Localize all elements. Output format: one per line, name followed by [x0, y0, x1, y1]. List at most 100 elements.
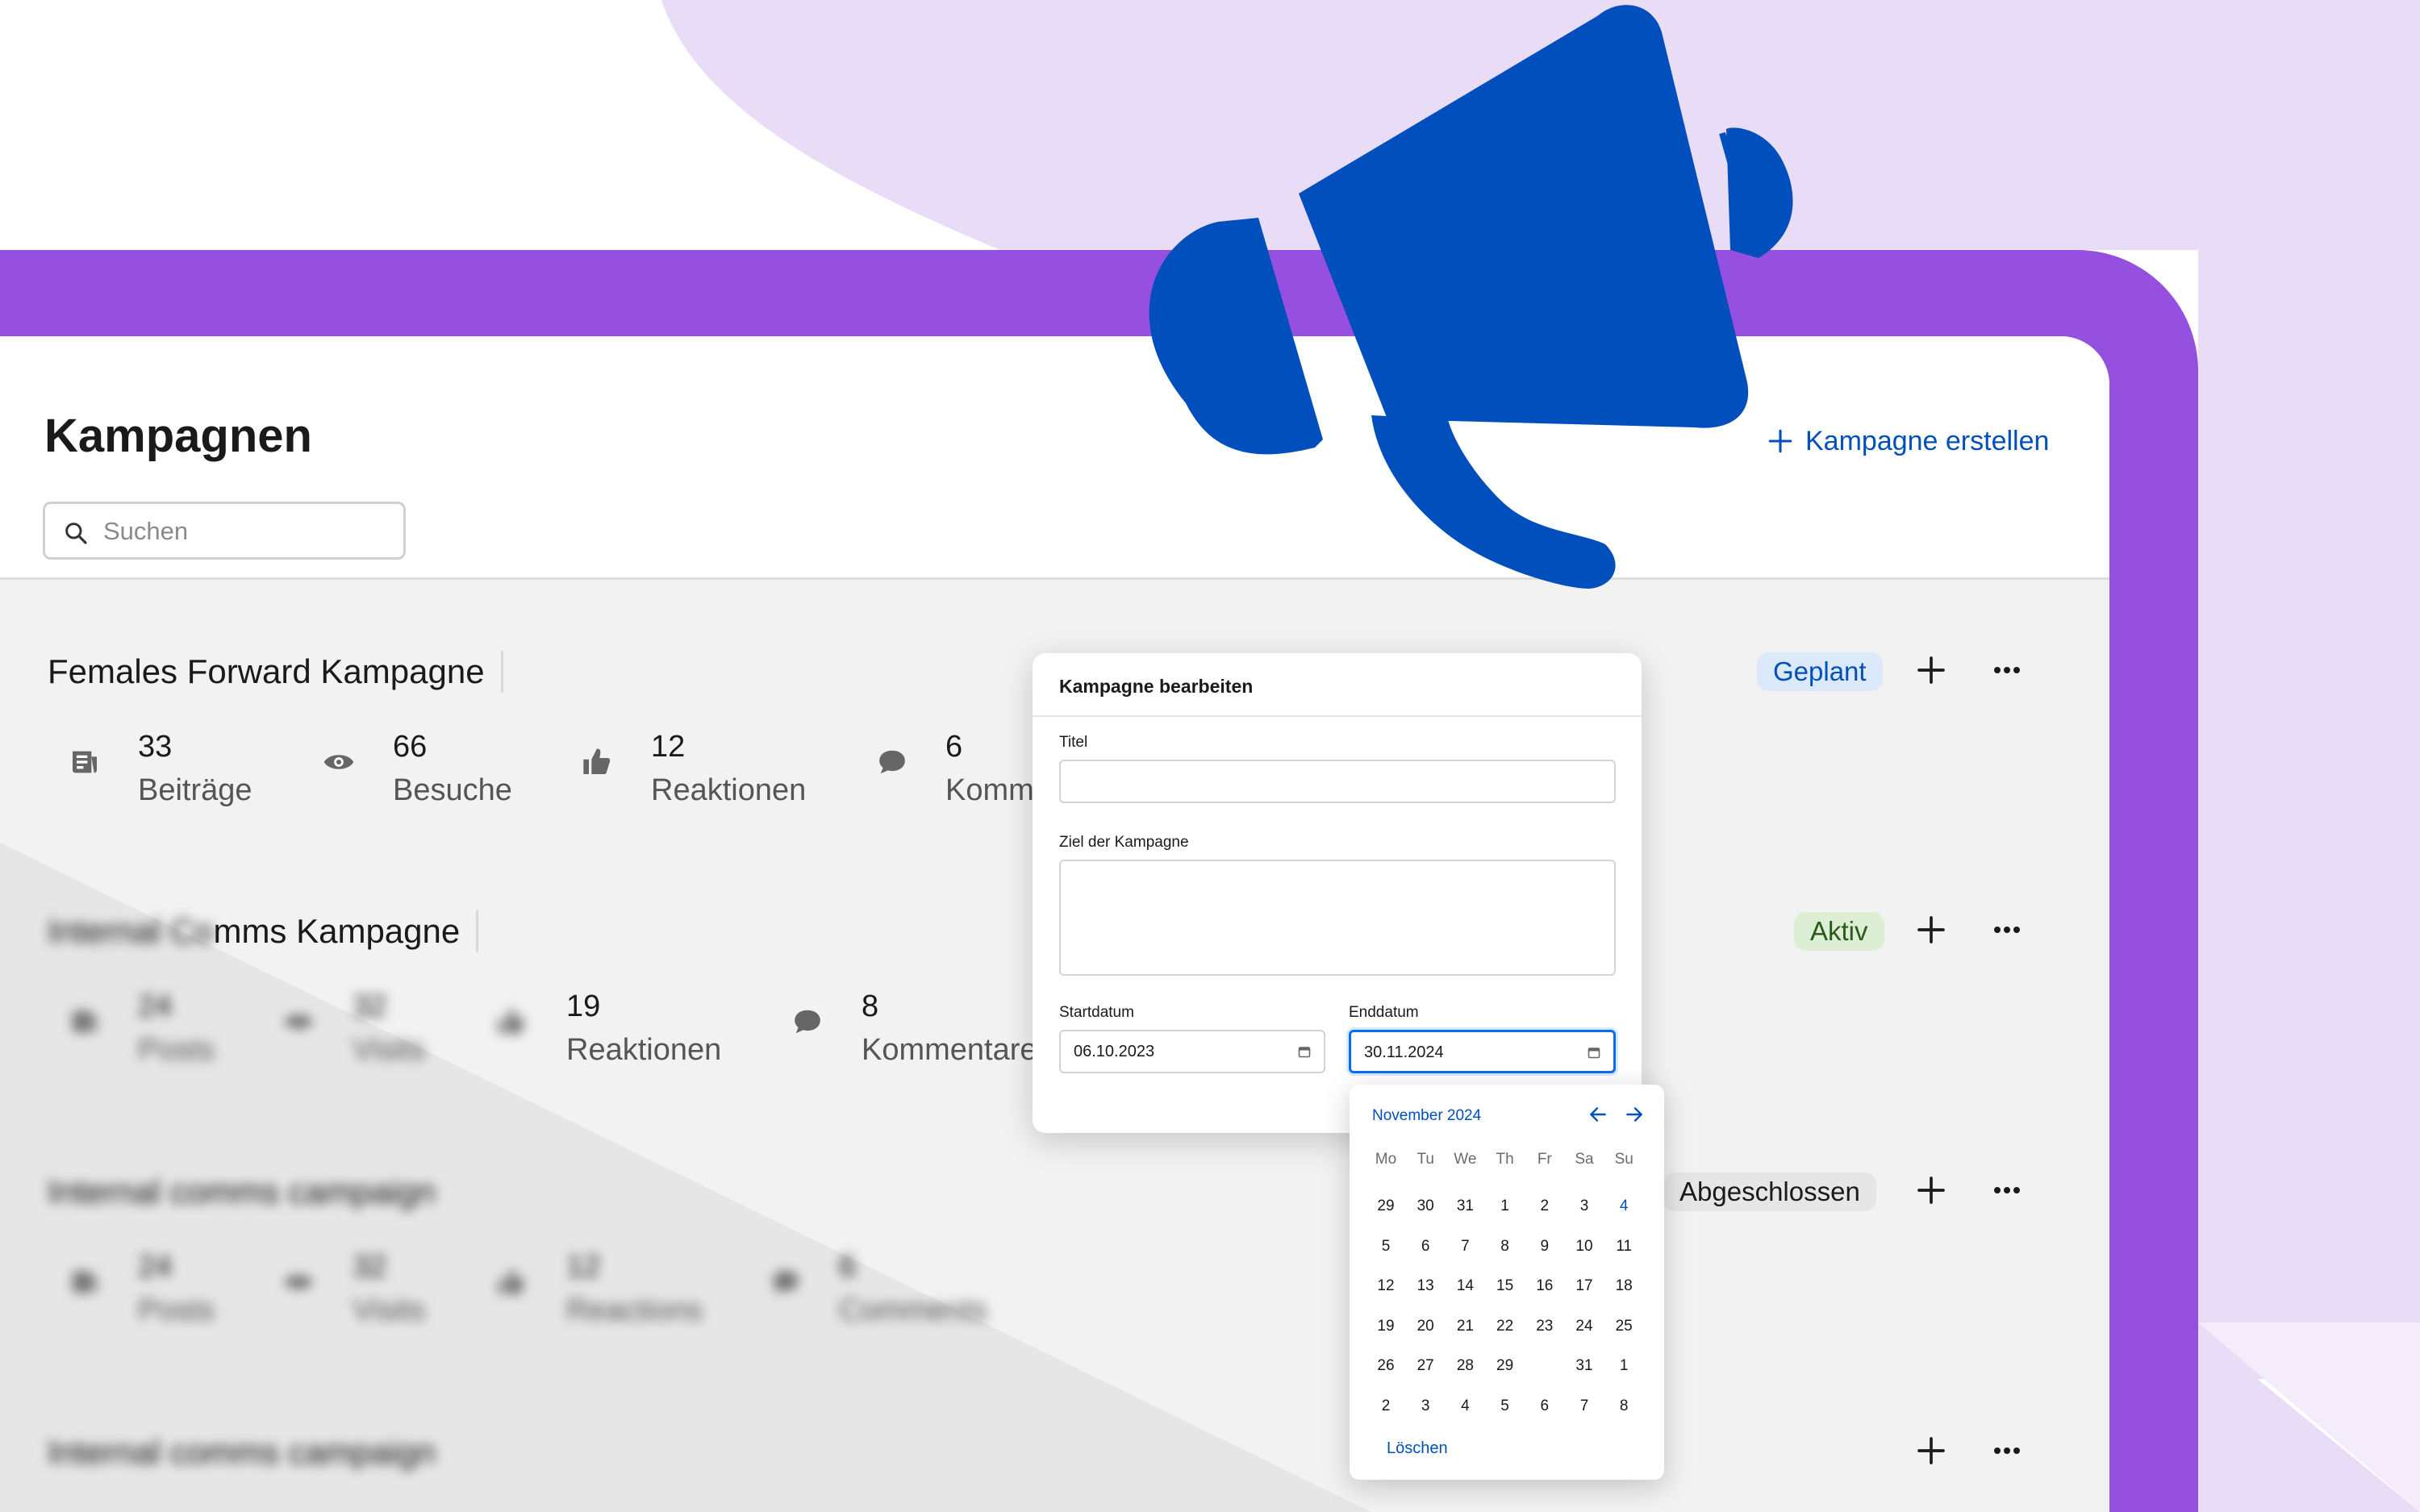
search-input[interactable]: Suchen: [43, 502, 406, 560]
calendar-day-number: 3: [1579, 1198, 1589, 1214]
more-options-icon[interactable]: [1992, 922, 2022, 938]
calendar-day-number: 7: [1579, 1397, 1589, 1414]
more-options-icon[interactable]: [1992, 662, 2022, 678]
add-button[interactable]: [1915, 1174, 1947, 1206]
calendar-day[interactable]: 19: [1366, 1310, 1406, 1343]
stat-value: 6: [839, 1250, 857, 1284]
calendar-day[interactable]: 8: [1485, 1230, 1525, 1264]
calendar-day[interactable]: 25: [1604, 1310, 1644, 1343]
calendar-day[interactable]: 5: [1366, 1230, 1406, 1264]
calendar-day-number: 6: [1540, 1397, 1550, 1414]
stat-label: Beiträge: [138, 773, 252, 807]
calendar-day-number: 26: [1377, 1357, 1395, 1374]
calendar-day[interactable]: 27: [1405, 1349, 1446, 1383]
stat-label: Visits: [353, 1033, 426, 1067]
more-options-icon[interactable]: [1992, 1182, 2022, 1198]
stat-value: 12: [566, 1250, 601, 1284]
calendar-day[interactable]: 1: [1604, 1349, 1644, 1383]
calendar-day[interactable]: 7: [1445, 1230, 1485, 1264]
calendar-day-number: 10: [1575, 1237, 1593, 1255]
campaign-name: Internal Comms Kampagne: [48, 910, 479, 952]
calendar-day-number: 4: [1461, 1397, 1470, 1414]
end-date-input[interactable]: 30.11.2024: [1349, 1030, 1616, 1073]
clear-date-button[interactable]: Löschen: [1387, 1439, 1448, 1458]
calendar-day[interactable]: 10: [1564, 1230, 1604, 1264]
calendar-day-number: 19: [1377, 1317, 1395, 1335]
calendar-day-number: 25: [1615, 1317, 1633, 1335]
campaign-row[interactable]: Internal comms campaign 24 Posts 32 Visi…: [0, 1171, 2109, 1372]
add-button[interactable]: [1915, 654, 1947, 686]
calendar-day-number: 12: [1377, 1277, 1395, 1294]
calendar-day[interactable]: 7: [1564, 1389, 1604, 1423]
search-placeholder: Suchen: [103, 517, 189, 545]
calendar-day[interactable]: 4: [1445, 1389, 1485, 1423]
add-button[interactable]: [1915, 914, 1947, 946]
calendar-day[interactable]: 21: [1445, 1310, 1485, 1343]
calendar-day[interactable]: 31: [1445, 1189, 1485, 1223]
stat-value: 8: [862, 989, 879, 1023]
calendar-day[interactable]: 2: [1525, 1189, 1565, 1223]
calendar-day[interactable]: 23: [1525, 1310, 1565, 1343]
goal-label: Ziel der Kampagne: [1059, 834, 1189, 851]
start-date-input[interactable]: 06.10.2023: [1059, 1030, 1325, 1073]
calendar-day-number: 1: [1500, 1198, 1509, 1214]
calendar-day[interactable]: 14: [1445, 1269, 1485, 1303]
calendar-day[interactable]: 1: [1485, 1189, 1525, 1223]
calendar-day-number: 8: [1500, 1237, 1509, 1255]
calendar-day[interactable]: 9: [1525, 1230, 1565, 1264]
stat-value: 24: [138, 1250, 173, 1284]
campaign-name-visible: mms Kampagne: [213, 912, 461, 950]
calendar-day[interactable]: 6: [1405, 1230, 1446, 1264]
calendar-day[interactable]: 20: [1405, 1310, 1446, 1343]
campaign-row[interactable]: Internal comms campaign: [0, 1431, 2109, 1512]
calendar-day[interactable]: 18: [1604, 1269, 1644, 1303]
calendar-day-number: 8: [1619, 1397, 1629, 1414]
calendar-month-label: November 2024: [1372, 1107, 1482, 1124]
calendar-day[interactable]: 17: [1564, 1269, 1604, 1303]
calendar-day-selected[interactable]: 30: [1525, 1348, 1565, 1384]
calendar-day[interactable]: 11: [1604, 1230, 1644, 1264]
calendar-icon[interactable]: [1588, 1046, 1600, 1059]
stat-value: 19: [566, 989, 601, 1023]
calendar-day-number: 28: [1456, 1357, 1474, 1374]
next-month-arrow-icon[interactable]: [1624, 1104, 1645, 1125]
calendar-day[interactable]: 12: [1366, 1269, 1406, 1303]
thumbs-up-icon: [583, 748, 611, 774]
weekday-label: Th: [1496, 1151, 1514, 1168]
calendar-day[interactable]: 28: [1445, 1349, 1485, 1383]
calendar-icon[interactable]: [1298, 1045, 1311, 1058]
add-button[interactable]: [1915, 1435, 1947, 1467]
calendar-day[interactable]: 30: [1405, 1189, 1446, 1223]
calendar-day[interactable]: 8: [1604, 1389, 1644, 1423]
calendar-day[interactable]: 29: [1485, 1349, 1525, 1383]
calendar-day[interactable]: 24: [1564, 1310, 1604, 1343]
calendar-day[interactable]: 22: [1485, 1310, 1525, 1343]
calendar-day-number: 5: [1381, 1237, 1391, 1255]
stat-label: Comments: [839, 1293, 987, 1327]
end-date-value: 30.11.2024: [1364, 1043, 1444, 1061]
title-input[interactable]: [1059, 760, 1616, 803]
calendar-day[interactable]: 3: [1405, 1389, 1446, 1423]
calendar-day[interactable]: 26: [1366, 1349, 1406, 1383]
goal-textarea[interactable]: [1059, 860, 1616, 976]
calendar-day-number: 16: [1536, 1277, 1554, 1294]
previous-month-arrow-icon[interactable]: [1588, 1104, 1608, 1125]
calendar-day[interactable]: 31: [1564, 1349, 1604, 1383]
calendar-day[interactable]: 15: [1485, 1269, 1525, 1303]
megaphone-icon: [1149, 5, 1793, 589]
stat-value: 66: [393, 730, 428, 764]
more-options-icon[interactable]: [1992, 1443, 2022, 1459]
status-badge: Abgeschlossen: [1663, 1173, 1876, 1211]
calendar-day[interactable]: 6: [1525, 1389, 1565, 1423]
stat-label: Reaktionen: [566, 1033, 722, 1067]
calendar-day[interactable]: 16: [1525, 1269, 1565, 1303]
calendar-day-number: 13: [1417, 1277, 1434, 1294]
stat-label: Posts: [138, 1293, 215, 1327]
calendar-day[interactable]: 13: [1405, 1269, 1446, 1303]
calendar-day[interactable]: 4: [1604, 1189, 1644, 1223]
calendar-day[interactable]: 2: [1366, 1389, 1406, 1423]
weekday-label: Mo: [1375, 1151, 1397, 1168]
calendar-day[interactable]: 5: [1485, 1389, 1525, 1423]
calendar-day[interactable]: 29: [1366, 1189, 1406, 1223]
calendar-day[interactable]: 3: [1564, 1189, 1604, 1223]
